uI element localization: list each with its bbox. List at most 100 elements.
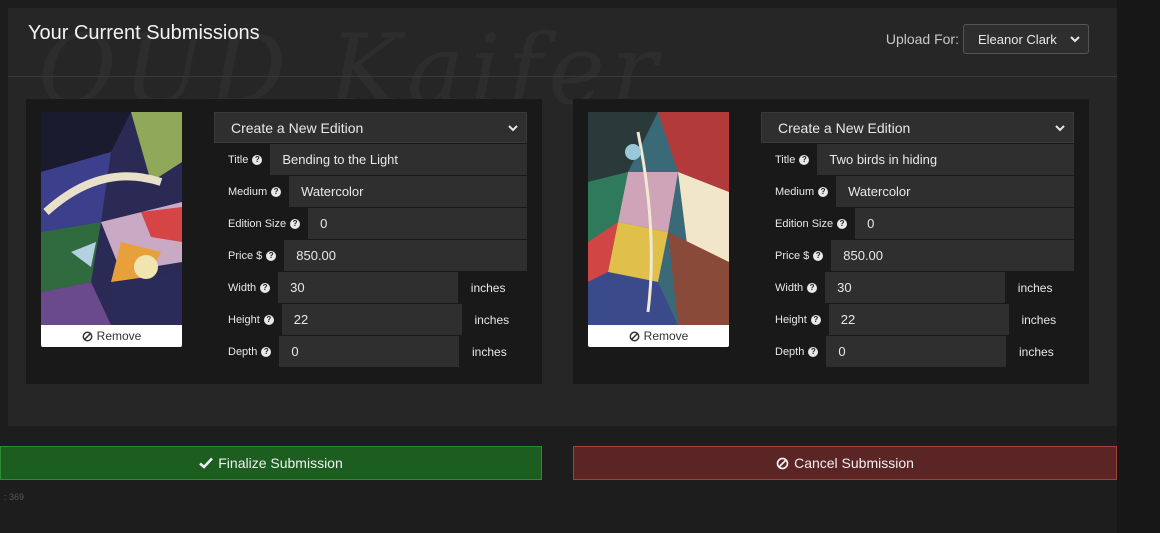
medium-row: Medium? Watercolor [761, 176, 1074, 207]
question-circle-icon[interactable]: ? [290, 218, 301, 229]
artwork-thumbnail[interactable] [41, 112, 182, 325]
edition-select-value: Create a New Edition [778, 119, 911, 136]
title-row: Title? Bending to the Light [214, 144, 527, 175]
width-unit: inches [470, 280, 506, 295]
question-circle-icon[interactable]: ? [807, 282, 818, 293]
price-row: Price $? 850.00 [761, 240, 1074, 271]
footer-id-text: : 369 [4, 492, 25, 502]
ban-icon [629, 331, 640, 341]
price-label-text: Price $ [775, 249, 810, 262]
price-label-text: Price $ [228, 249, 263, 262]
question-circle-icon[interactable]: ? [810, 314, 821, 325]
edition-select[interactable]: Create a New Edition [214, 112, 527, 143]
medium-label-text: Medium [228, 185, 268, 198]
width-input[interactable]: 30 [825, 272, 1006, 303]
medium-input[interactable]: Watercolor [289, 176, 527, 207]
medium-row: Medium? Watercolor [214, 176, 527, 207]
title-input[interactable]: Bending to the Light [270, 144, 527, 175]
submission-card: Remove Create a New Edition Title? Bendi… [26, 99, 542, 384]
height-label-text: Height [228, 313, 260, 326]
question-circle-icon[interactable]: ? [813, 250, 824, 261]
remove-label: Remove [96, 329, 142, 343]
edition-size-row: Edition Size? 0 [214, 208, 527, 239]
question-circle-icon[interactable]: ? [837, 218, 848, 229]
question-circle-icon[interactable]: ? [263, 314, 274, 325]
question-circle-icon[interactable]: ? [271, 186, 282, 197]
remove-button[interactable]: Remove [41, 325, 182, 347]
question-circle-icon[interactable]: ? [799, 154, 810, 165]
question-circle-icon[interactable]: ? [266, 250, 277, 261]
right-gutter [1117, 0, 1160, 533]
price-label: Price $? [761, 249, 824, 262]
header-divider [8, 76, 1117, 77]
chevron-down-icon [508, 124, 518, 131]
edition-size-input[interactable]: 0 [855, 208, 1074, 239]
finalize-submission-label: Finalize Submission [218, 455, 343, 471]
width-row: Width? 30 inches [761, 272, 1074, 303]
depth-unit: inches [1019, 344, 1054, 359]
finalize-submission-button[interactable]: Finalize Submission [0, 446, 542, 480]
price-input[interactable]: 850.00 [284, 240, 527, 271]
edition-size-label: Edition Size? [761, 217, 848, 230]
question-circle-icon[interactable]: ? [808, 346, 819, 357]
width-label-text: Width [775, 281, 804, 294]
upload-for-group: Upload For: Eleanor Clark [886, 24, 1089, 54]
upload-for-select[interactable]: Eleanor Clark [963, 24, 1089, 54]
edition-select[interactable]: Create a New Edition [761, 112, 1074, 143]
upload-for-label: Upload For: [885, 31, 959, 47]
medium-label-text: Medium [775, 185, 815, 198]
price-row: Price $? 850.00 [214, 240, 527, 271]
depth-input[interactable]: 0 [826, 336, 1007, 367]
width-label-text: Width [228, 281, 257, 294]
check-icon [199, 457, 214, 469]
question-circle-icon[interactable]: ? [261, 346, 272, 357]
question-circle-icon[interactable]: ? [252, 154, 263, 165]
artwork-thumbnail[interactable] [588, 112, 729, 325]
title-row: Title? Two birds in hiding [761, 144, 1074, 175]
title-label: Title? [761, 153, 810, 166]
height-row: Height? 22 inches [214, 304, 527, 335]
price-label: Price $? [214, 249, 277, 262]
depth-label: Depth? [214, 346, 272, 358]
upload-for-value: Eleanor Clark [978, 31, 1057, 47]
height-label: Height? [214, 314, 274, 326]
width-unit: inches [1017, 280, 1053, 295]
depth-input[interactable]: 0 [279, 336, 460, 367]
artwork-image [41, 112, 182, 325]
remove-label: Remove [643, 329, 689, 343]
edition-size-label-text: Edition Size [228, 217, 287, 230]
depth-label: Depth? [761, 345, 819, 358]
title-input[interactable]: Two birds in hiding [817, 144, 1074, 175]
chevron-down-icon [1070, 36, 1080, 43]
edition-size-label: Edition Size? [214, 217, 301, 230]
height-unit: inches [474, 312, 510, 327]
title-label: Title? [214, 153, 263, 166]
edition-size-row: Edition Size? 0 [761, 208, 1074, 239]
width-label: Width? [214, 281, 271, 294]
cancel-submission-button[interactable]: Cancel Submission [573, 446, 1117, 480]
width-row: Width? 30 inches [214, 272, 527, 303]
depth-row: Depth? 0 inches [761, 336, 1074, 367]
edition-select-value: Create a New Edition [231, 119, 364, 136]
question-circle-icon[interactable]: ? [818, 186, 829, 197]
title-label-text: Title [775, 153, 796, 166]
title-label-text: Title [228, 153, 249, 166]
height-input[interactable]: 22 [828, 304, 1009, 335]
depth-unit: inches [472, 344, 507, 359]
width-input[interactable]: 30 [278, 272, 459, 303]
artwork-image [588, 112, 729, 325]
question-circle-icon[interactable]: ? [260, 282, 271, 293]
remove-button[interactable]: Remove [588, 325, 729, 347]
submission-fields: Create a New Edition Title? Two birds in… [761, 112, 1074, 368]
medium-label: Medium? [761, 185, 829, 198]
medium-input[interactable]: Watercolor [836, 176, 1074, 207]
width-label: Width? [761, 281, 818, 294]
ban-icon [776, 457, 789, 469]
page-title: Your Current Submissions [28, 22, 260, 44]
depth-label-text: Depth [775, 345, 805, 358]
edition-size-input[interactable]: 0 [308, 208, 527, 239]
price-input[interactable]: 850.00 [831, 240, 1074, 271]
submission-fields: Create a New Edition Title? Bending to t… [214, 112, 527, 368]
edition-size-label-text: Edition Size [775, 217, 834, 230]
height-input[interactable]: 22 [281, 304, 462, 335]
